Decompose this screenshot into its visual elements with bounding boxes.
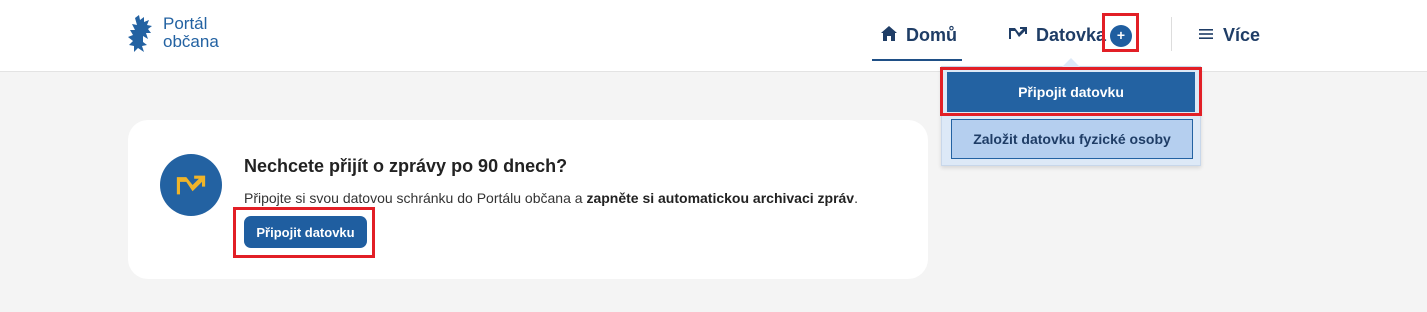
nav-home-label: Domů: [906, 25, 957, 45]
nav-more-label: Více: [1223, 25, 1261, 45]
create-datovka-menu-item[interactable]: Založit datovku fyzické osoby: [951, 119, 1193, 159]
highlight-frame-dropdown: [940, 67, 1202, 116]
card-description: Připojte si svou datovou schránku do Por…: [244, 190, 858, 206]
header-bar: Portál občana Domů Datovka + Více: [0, 0, 1427, 72]
card-text-end: .: [854, 190, 858, 206]
datovka-icon: [176, 175, 206, 195]
nav-home[interactable]: Domů: [872, 0, 962, 71]
lion-emblem-icon: [128, 15, 152, 52]
card-title: Nechcete přijít o zprávy po 90 dnech?: [244, 156, 568, 176]
menu-icon: [1199, 27, 1213, 45]
datovka-icon: [1008, 26, 1028, 45]
card-text-start: Připojte si svou datovou schránku do Por…: [244, 190, 587, 206]
nav-datovka[interactable]: Datovka: [1008, 0, 1106, 71]
nav-more[interactable]: Více: [1199, 0, 1260, 71]
logo[interactable]: Portál občana: [127, 15, 219, 53]
nav-divider: [1171, 17, 1172, 51]
logo-line-1: Portál: [163, 14, 208, 33]
logo-line-2: občana: [163, 32, 219, 51]
datovka-badge: [160, 154, 222, 216]
highlight-frame-plus: [1102, 13, 1139, 52]
home-icon: [880, 25, 898, 47]
card-text-bold: zapněte si automatickou archivaci zpráv: [586, 190, 855, 206]
highlight-frame-card-button: [233, 207, 375, 258]
nav-datovka-label: Datovka: [1036, 25, 1107, 45]
